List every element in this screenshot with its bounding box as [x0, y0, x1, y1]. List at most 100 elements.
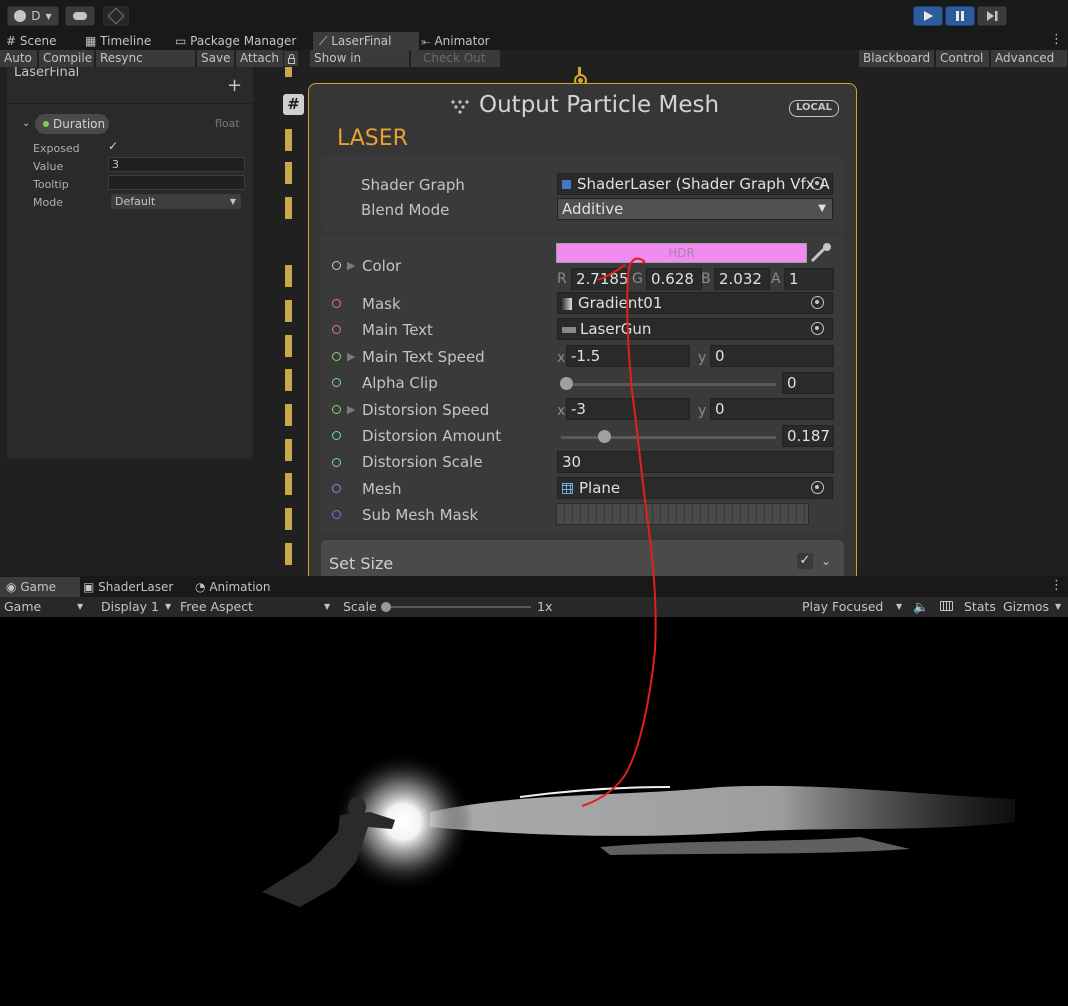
mask-value: Gradient01 [578, 294, 663, 312]
compile-button[interactable]: Compile [39, 50, 95, 67]
set-size-block[interactable]: Set Size ✓ ⌄ [321, 540, 844, 576]
scale-slider-thumb[interactable] [381, 602, 391, 612]
space-toggle[interactable]: LOCAL [789, 100, 839, 117]
chevron-down-icon[interactable]: ⌄ [22, 118, 30, 129]
add-property-button[interactable]: + [227, 75, 242, 96]
alpha-clip-slider-thumb[interactable] [560, 377, 573, 390]
color-r-field[interactable]: 2.7185 [571, 268, 629, 290]
lock-icon[interactable] [284, 51, 298, 66]
tab-laserfinal[interactable]: ⟋ LaserFinal [313, 32, 419, 50]
account-dropdown[interactable]: D ▼ [7, 6, 59, 26]
expand-arrow-icon[interactable]: ▶ [347, 403, 355, 416]
stats-button[interactable]: Stats [964, 599, 996, 614]
object-picker-icon[interactable] [811, 481, 824, 494]
check-out-button[interactable]: Check Out [411, 50, 501, 67]
input-port[interactable] [332, 261, 341, 270]
resync-material-button[interactable]: Resync Material [96, 50, 196, 82]
property-badge[interactable]: # [283, 94, 304, 115]
eyedropper-icon[interactable] [809, 242, 833, 267]
shader-graph-field[interactable]: ShaderLaser (Shader Graph Vfx A [557, 173, 833, 195]
property-pill-duration[interactable]: Duration [35, 114, 109, 134]
blend-mode-dropdown[interactable]: Additive ▼ [557, 198, 833, 220]
cloud-button[interactable] [65, 6, 95, 26]
object-picker-icon[interactable] [811, 177, 824, 190]
step-button[interactable] [977, 6, 1007, 26]
pause-button[interactable] [945, 6, 975, 26]
gizmos-dropdown[interactable]: Gizmos ▼ [1003, 599, 1063, 614]
alpha-clip-slider-track[interactable] [561, 383, 776, 386]
input-port[interactable] [332, 325, 341, 334]
attach-button[interactable]: Attach [236, 50, 284, 67]
object-picker-icon[interactable] [811, 296, 824, 309]
color-a-field[interactable]: 1 [784, 268, 834, 290]
tab-timeline[interactable]: ▦ Timeline [79, 32, 173, 50]
input-port[interactable] [332, 458, 341, 467]
chevron-down-icon[interactable]: ⌄ [821, 554, 831, 568]
tab-package-manager[interactable]: ▭ Package Manager [169, 32, 315, 50]
more-options-icon[interactable]: ⋮ [1050, 578, 1063, 593]
mesh-field[interactable]: Plane [557, 477, 833, 499]
keyboard-shortcuts-icon[interactable] [940, 601, 953, 611]
tab-shaderlaser[interactable]: ▣ ShaderLaser [77, 577, 193, 597]
color-g-field[interactable]: 0.628 [646, 268, 702, 290]
scale-slider-track[interactable] [385, 606, 531, 608]
input-port[interactable] [332, 299, 341, 308]
game-viewport[interactable] [0, 617, 1068, 1006]
field-label: Tooltip [33, 178, 69, 191]
main-text-speed-y[interactable]: 0 [710, 345, 834, 367]
color-b-field[interactable]: 2.032 [714, 268, 770, 290]
tab-game[interactable]: ◉ Game [0, 577, 80, 597]
mask-texture-field[interactable]: Gradient01 [557, 292, 833, 314]
input-port[interactable] [332, 484, 341, 493]
sub-mesh-mask-field[interactable] [556, 503, 809, 525]
control-button[interactable]: Control [936, 50, 990, 67]
blackboard-title: LaserFinal [14, 67, 80, 80]
distorsion-amount-slider-track[interactable] [561, 436, 776, 439]
exposed-checkbox[interactable]: ✓ [108, 139, 118, 153]
object-picker-icon[interactable] [811, 322, 824, 335]
aspect-dropdown[interactable]: Free Aspect ▼ [180, 599, 332, 614]
blend-mode-value: Additive [562, 200, 624, 218]
output-particle-mesh-node[interactable]: Output Particle Mesh LOCAL LASER Shader … [308, 83, 857, 576]
vfx-graph-canvas[interactable]: LaserFinal + ⌄ Duration float Exposed ✓ … [0, 67, 1068, 576]
input-port[interactable] [332, 510, 341, 519]
block-enabled-checkbox[interactable]: ✓ [797, 553, 813, 569]
collab-button[interactable] [103, 6, 129, 26]
input-port[interactable] [332, 378, 341, 387]
mode-dropdown[interactable]: Default ▼ [111, 194, 241, 209]
vfx-icon: ⟋ [319, 34, 328, 48]
save-button[interactable]: Save [197, 50, 235, 67]
property-type: float [215, 117, 240, 130]
distorsion-speed-x[interactable]: -3 [566, 398, 690, 420]
play-mode-dropdown[interactable]: Play Focused ▼ [802, 599, 906, 614]
tab-animation[interactable]: ◔ Animation [189, 577, 295, 597]
color-swatch[interactable]: HDR [556, 243, 807, 263]
main-texture-field[interactable]: LaserGun [557, 318, 833, 340]
alpha-clip-field[interactable]: 0 [782, 372, 834, 394]
step-icon [986, 11, 997, 21]
play-button[interactable] [913, 6, 943, 26]
distorsion-amount-field[interactable]: 0.187 [782, 425, 834, 447]
tooltip-field[interactable] [108, 175, 245, 190]
more-options-icon[interactable]: ⋮ [1050, 32, 1063, 47]
expand-arrow-icon[interactable]: ▶ [347, 259, 355, 272]
view-dropdown[interactable]: Game ▼ [4, 599, 88, 614]
value-field[interactable]: 3 [108, 157, 245, 172]
distorsion-scale-field[interactable]: 30 [557, 451, 834, 473]
mute-audio-icon[interactable]: 🔈 [913, 599, 929, 615]
expand-arrow-icon[interactable]: ▶ [347, 350, 355, 363]
tab-animator[interactable]: ⤜ Animator [415, 32, 511, 50]
account-icon [14, 10, 27, 22]
auto-button[interactable]: Auto [0, 50, 38, 67]
advanced-dropdown[interactable]: Advanced ▼ [991, 50, 1068, 81]
input-port[interactable] [332, 431, 341, 440]
blackboard-button[interactable]: Blackboard [859, 50, 935, 67]
main-text-speed-x[interactable]: -1.5 [566, 345, 690, 367]
show-in-project-button[interactable]: Show in Project [310, 50, 410, 82]
input-port[interactable] [332, 405, 341, 414]
input-port[interactable] [332, 352, 341, 361]
tab-scene[interactable]: # Scene [0, 32, 78, 50]
distorsion-amount-slider-thumb[interactable] [598, 430, 611, 443]
distorsion-speed-y[interactable]: 0 [710, 398, 834, 420]
display-dropdown[interactable]: Display 1 ▼ [101, 599, 173, 614]
